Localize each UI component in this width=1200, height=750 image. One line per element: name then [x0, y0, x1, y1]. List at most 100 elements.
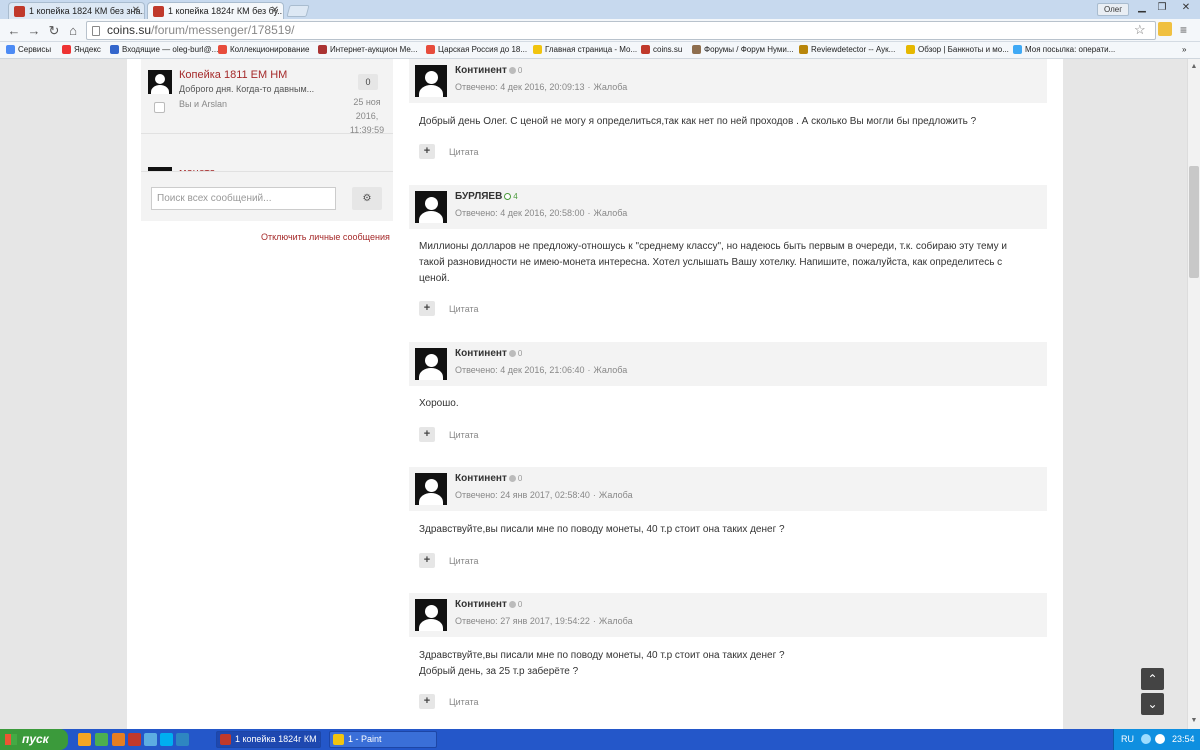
close-icon[interactable]: ✕ — [271, 5, 279, 16]
network-icon[interactable] — [1141, 734, 1151, 744]
post-date-prefix: Отвечено: — [455, 490, 498, 500]
gear-icon[interactable]: ⚙ — [352, 187, 382, 210]
bookmark-item[interactable]: Яндекс — [62, 44, 101, 56]
page-scrollbar[interactable]: ▲ ▼ — [1187, 59, 1200, 729]
home-icon[interactable]: ⌂ — [64, 22, 82, 39]
post-author[interactable]: БУРЛЯЕВ 4 — [455, 191, 518, 202]
bookmark-item[interactable]: Форумы / Форум Нуми... — [692, 44, 794, 56]
restore-icon[interactable]: ❐ — [1152, 0, 1172, 16]
bookmark-item[interactable]: Reviewdetector -- Аук... — [799, 44, 895, 56]
post-author[interactable]: Континент 0 — [455, 599, 522, 610]
avatar[interactable] — [415, 599, 447, 631]
page-icon — [92, 26, 100, 36]
post-author[interactable]: Континент 0 — [455, 473, 522, 484]
disable-messages-link[interactable]: Отключить личные сообщения — [261, 232, 390, 242]
search-input[interactable] — [151, 187, 336, 210]
author-name[interactable]: Континент — [455, 599, 507, 610]
multiquote-plus-button[interactable]: + — [419, 694, 435, 709]
multiquote-plus-button[interactable]: + — [419, 553, 435, 568]
skype-icon[interactable] — [160, 733, 173, 746]
volume-icon[interactable] — [1155, 734, 1165, 744]
window-close-icon[interactable]: ✕ — [1174, 0, 1198, 16]
bookmark-label: Входящие — oleg-burl@... — [122, 45, 219, 54]
post-author[interactable]: Континент 0 — [455, 348, 522, 359]
scroll-to-top-button[interactable]: ⌃ — [1141, 668, 1164, 690]
bookmark-item[interactable]: Главная страница - Мо... — [533, 44, 637, 56]
firefox-icon[interactable] — [112, 733, 125, 746]
browser-tab-1[interactable]: 1 копейка 1824 КМ без зна... ✕ — [8, 2, 145, 19]
conversation-checkbox[interactable] — [154, 102, 165, 113]
taskbar-window-browser[interactable]: 1 копейка 1824г КМ ... — [216, 731, 321, 748]
post-text-line: Миллионы долларов не предложу-отношусь к… — [419, 241, 1007, 252]
bookmark-item[interactable]: Коллекционирование — [218, 44, 309, 56]
bookmark-label: Моя посылка: операти... — [1025, 45, 1116, 54]
avatar[interactable] — [415, 473, 447, 505]
start-label: пуск — [22, 732, 49, 746]
taskbar-window-paint[interactable]: 1 - Paint — [329, 731, 437, 748]
browser-user-badge[interactable]: Олег — [1097, 3, 1130, 16]
browser-tab-strip: 1 копейка 1824 КМ без зна... ✕ 1 копейка… — [0, 0, 1200, 19]
forward-arrow-icon[interactable]: → — [25, 22, 43, 39]
post-text-line: Добрый день, за 25 т.р заберёте ? — [419, 666, 579, 677]
author-name[interactable]: БУРЛЯЕВ — [455, 191, 502, 202]
multiquote-plus-button[interactable]: + — [419, 301, 435, 316]
close-icon[interactable]: ✕ — [132, 5, 140, 16]
report-link[interactable]: Жалоба — [593, 82, 627, 92]
scrollbar-thumb[interactable] — [1189, 166, 1199, 278]
scroll-down-arrow-icon[interactable]: ▼ — [1188, 715, 1200, 727]
avatar[interactable] — [415, 191, 447, 223]
back-arrow-icon[interactable]: ← — [5, 22, 23, 39]
language-indicator[interactable]: RU — [1121, 729, 1134, 750]
scroll-up-arrow-icon[interactable]: ▲ — [1188, 61, 1200, 73]
mail-icon — [110, 45, 119, 54]
bookmark-item[interactable]: Сервисы — [6, 44, 51, 56]
conversation-item[interactable]: Копейка 1811 ЕМ НМ Доброго дня. Когда-то… — [141, 59, 393, 135]
ie-icon[interactable] — [176, 733, 189, 746]
scroll-to-bottom-button[interactable]: ⌄ — [1141, 693, 1164, 715]
conversation-title[interactable]: Копейка 1811 ЕМ НМ — [179, 69, 287, 81]
report-link[interactable]: Жалоба — [593, 365, 627, 375]
bookmark-item[interactable]: Царская Россия до 18... — [426, 44, 527, 56]
author-name[interactable]: Континент — [455, 65, 507, 76]
bookmark-star-icon[interactable]: ☆ — [1134, 22, 1146, 38]
post-body: Хорошо. — [419, 396, 1029, 412]
quote-link[interactable]: Цитата — [449, 697, 479, 707]
bookmark-item[interactable]: Входящие — oleg-burl@... — [110, 44, 218, 56]
bookmark-item[interactable]: Обзор | Банкноты и мо... — [906, 44, 1009, 56]
quote-link[interactable]: Цитата — [449, 304, 479, 314]
bookmark-label: Главная страница - Мо... — [545, 45, 638, 54]
multiquote-plus-button[interactable]: + — [419, 427, 435, 442]
address-bar[interactable]: coins.su/forum/messenger/178519/ — [86, 21, 1156, 40]
avatar[interactable] — [415, 65, 447, 97]
extension-icon[interactable] — [1158, 22, 1172, 36]
quicklaunch-icon[interactable] — [78, 733, 91, 746]
bookmark-item[interactable]: Интернет-аукцион Ме... — [318, 44, 417, 56]
bookmark-item[interactable]: coins.su — [641, 44, 682, 56]
browser-tab-2[interactable]: 1 копейка 1824г КМ без бу... ✕ — [147, 2, 284, 19]
start-button[interactable]: пуск — [0, 729, 68, 750]
multiquote-plus-button[interactable]: + — [419, 144, 435, 159]
address-host: coins.su — [107, 23, 152, 37]
avatar[interactable] — [415, 348, 447, 380]
author-name[interactable]: Континент — [455, 473, 507, 484]
menu-icon[interactable]: ≡ — [1180, 23, 1187, 37]
quote-link[interactable]: Цитата — [449, 147, 479, 157]
minimize-icon[interactable]: ▁ — [1132, 0, 1152, 16]
mail-icon[interactable] — [144, 733, 157, 746]
more-bookmarks-icon[interactable]: » — [1182, 44, 1186, 56]
report-link[interactable]: Жалоба — [593, 208, 627, 218]
author-name[interactable]: Континент — [455, 348, 507, 359]
new-tab-button[interactable] — [286, 5, 310, 17]
bank-icon — [318, 45, 327, 54]
chrome-icon[interactable] — [95, 733, 108, 746]
report-link[interactable]: Жалоба — [599, 490, 633, 500]
reload-icon[interactable]: ↻ — [45, 22, 63, 39]
bookmark-label: Интернет-аукцион Ме... — [330, 45, 418, 54]
app-icon[interactable] — [128, 733, 141, 746]
quote-link[interactable]: Цитата — [449, 430, 479, 440]
post-body: Добрый день Олег. С ценой не могу я опре… — [419, 114, 1029, 130]
quote-link[interactable]: Цитата — [449, 556, 479, 566]
bookmark-item[interactable]: Моя посылка: операти... — [1013, 44, 1115, 56]
post-author[interactable]: Континент 0 — [455, 65, 522, 76]
report-link[interactable]: Жалоба — [599, 616, 633, 626]
